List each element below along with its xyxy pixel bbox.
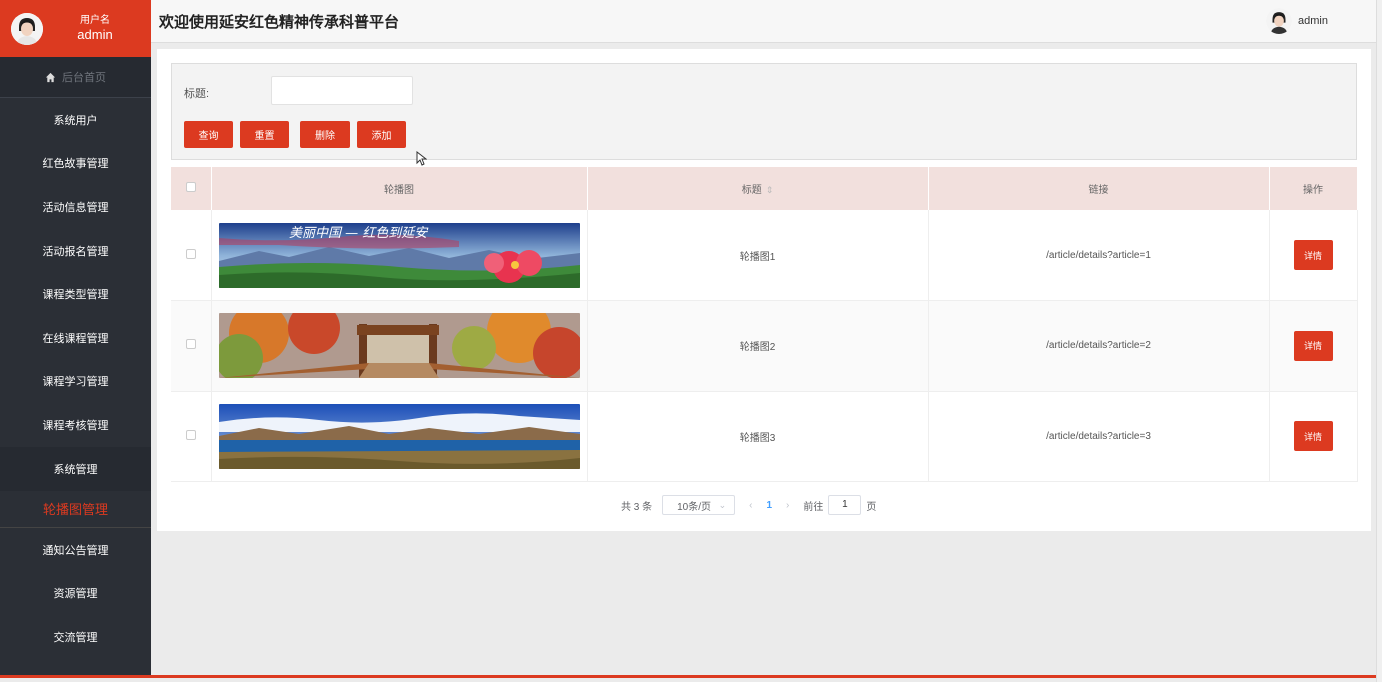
select-all-checkbox[interactable]	[185, 182, 196, 192]
page-title: 欢迎使用延安红色精神传承科普平台	[159, 13, 400, 31]
page-size-select[interactable]: 10条/页 ⌄	[662, 495, 736, 515]
home-icon	[45, 72, 56, 82]
sidebar-item-activities[interactable]: 活动信息管理	[0, 185, 151, 229]
column-header-action: 操作	[1269, 167, 1358, 210]
sidebar-item-system-users[interactable]: 系统用户	[0, 98, 151, 142]
goto-page-input[interactable]: 1	[828, 495, 862, 515]
goto-label: 前往	[803, 501, 824, 513]
bottom-accent-line	[0, 675, 1376, 678]
row-title: 轮播图2	[587, 300, 929, 392]
row-title: 轮播图1	[587, 210, 929, 301]
sidebar-item-course-study[interactable]: 课程学习管理	[0, 360, 151, 404]
next-page-icon[interactable]: ›	[786, 500, 789, 511]
row-link: /article/details?article=2	[928, 300, 1270, 392]
table-row: 轮播图2 /article/details?article=2 详情	[171, 300, 1358, 392]
title-filter-input[interactable]	[271, 76, 413, 105]
row-checkbox[interactable]	[185, 429, 196, 440]
header-user[interactable]: admin	[1266, 8, 1368, 34]
sidebar-item-course-exams[interactable]: 课程考核管理	[0, 403, 151, 447]
row-checkbox[interactable]	[185, 339, 196, 350]
page-number-current[interactable]: 1	[766, 500, 772, 511]
prev-page-icon[interactable]: ‹	[749, 500, 752, 511]
carousel-image-1-caption: 美丽中国 — 红色到延安	[289, 226, 429, 241]
detail-button[interactable]: 详情	[1293, 330, 1333, 361]
sidebar: 用户名 admin 后台首页 系统用户 红色故事管理 活动信息管理 活动报名管理…	[0, 0, 151, 675]
sidebar-item-notices[interactable]: 通知公告管理	[0, 528, 151, 572]
table-row: 美丽中国 — 红色到延安 轮播图1 /article/details?artic…	[171, 210, 1358, 301]
title-filter-label: 标题:	[184, 88, 210, 100]
reset-button[interactable]: 重置	[240, 121, 289, 148]
window-scrollbar[interactable]	[1376, 0, 1382, 682]
select-all-cell[interactable]	[171, 167, 212, 210]
row-link: /article/details?article=3	[928, 391, 1270, 482]
column-header-title-label: 标题	[741, 185, 762, 196]
delete-button[interactable]: 删除	[300, 121, 350, 148]
top-header: 欢迎使用延安红色精神传承科普平台 admin	[151, 0, 1376, 43]
page-size-value: 10条/页	[677, 501, 712, 513]
sidebar-item-red-stories[interactable]: 红色故事管理	[0, 142, 151, 186]
sort-icon[interactable]: ⇕	[766, 185, 774, 195]
sidebar-item-carousel[interactable]: 轮播图管理	[0, 491, 151, 528]
sidebar-item-online-courses[interactable]: 在线课程管理	[0, 316, 151, 360]
detail-button[interactable]: 详情	[1293, 421, 1333, 452]
mouse-cursor-icon	[416, 151, 427, 166]
pagination-total: 共 3 条	[621, 501, 653, 513]
row-title: 轮播图3	[587, 391, 929, 482]
sidebar-item-forum[interactable]: 交流管理	[0, 615, 151, 659]
sidebar-item-home[interactable]: 后台首页	[0, 57, 151, 98]
carousel-image-2	[218, 313, 580, 379]
user-label: 用户名	[80, 15, 110, 26]
row-checkbox[interactable]	[185, 248, 196, 259]
sidebar-item-resources[interactable]: 资源管理	[0, 571, 151, 615]
filter-panel: 标题: 查询 重置 删除 添加	[171, 63, 1357, 160]
carousel-image-1: 美丽中国 — 红色到延安	[218, 222, 580, 288]
sidebar-item-system[interactable]: 系统管理	[0, 446, 151, 491]
add-button[interactable]: 添加	[357, 121, 406, 148]
table-header-row: 轮播图 标题 ⇕ 链接 操作	[171, 167, 1358, 210]
carousel-table: 轮播图 标题 ⇕ 链接 操作 美丽中国 — 红色到延安 轮播图1 /articl…	[171, 167, 1358, 482]
sidebar-item-registrations[interactable]: 活动报名管理	[0, 229, 151, 273]
sidebar-user-panel: 用户名 admin	[0, 0, 151, 57]
pagination: 共 3 条 10条/页 ⌄ ‹ 1 › 前往 1 页	[621, 495, 876, 515]
column-header-link: 链接	[928, 167, 1270, 210]
row-link: /article/details?article=1	[928, 210, 1270, 301]
header-username: admin	[1298, 15, 1328, 27]
user-name: admin	[77, 27, 113, 42]
page-unit: 页	[866, 501, 877, 513]
chevron-down-icon: ⌄	[718, 499, 727, 510]
main-content: 标题: 查询 重置 删除 添加 轮播图 标题 ⇕ 链接 操作 美丽中国 — 红色…	[157, 49, 1371, 531]
user-avatar	[11, 12, 43, 45]
header-avatar	[1266, 8, 1293, 34]
sidebar-item-course-types[interactable]: 课程类型管理	[0, 272, 151, 316]
detail-button[interactable]: 详情	[1293, 240, 1333, 270]
column-header-title[interactable]: 标题 ⇕	[587, 167, 929, 210]
column-header-image: 轮播图	[211, 167, 588, 210]
table-row: 轮播图3 /article/details?article=3 详情	[171, 391, 1358, 482]
carousel-image-3	[218, 403, 580, 469]
sidebar-item-home-label: 后台首页	[62, 72, 106, 84]
query-button[interactable]: 查询	[184, 121, 233, 148]
